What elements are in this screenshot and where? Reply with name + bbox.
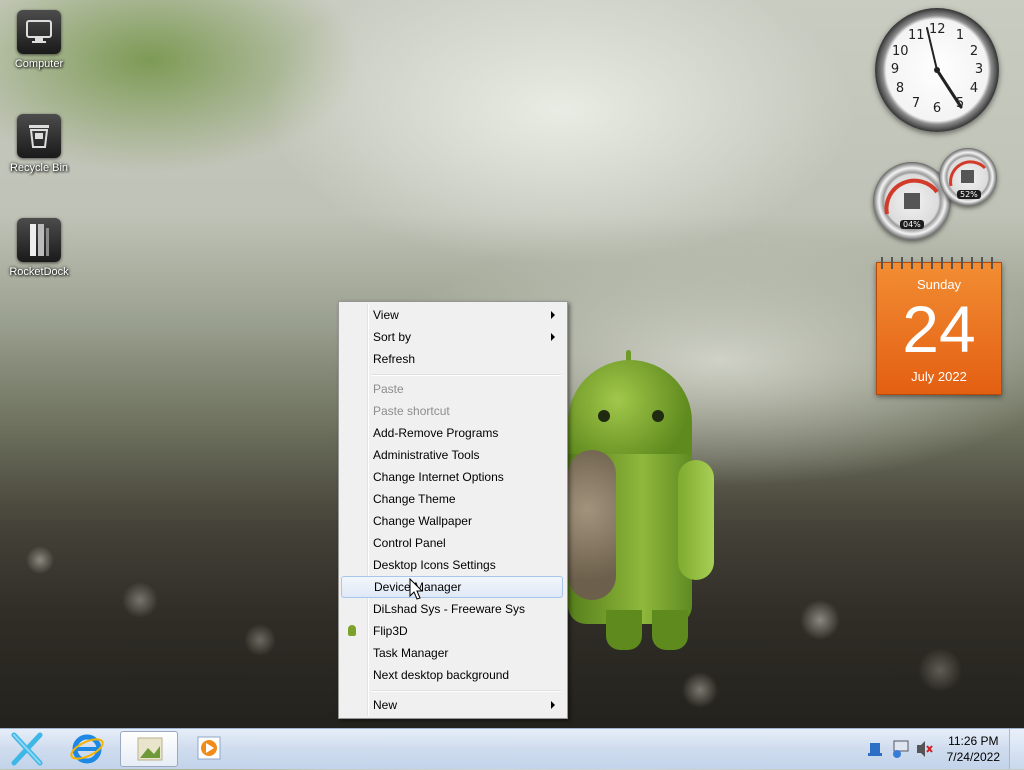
media-player-icon — [197, 736, 221, 760]
wallpaper-android-figure — [566, 350, 726, 650]
taskbar-media-player[interactable] — [188, 731, 232, 767]
menu-item-task-manager[interactable]: Task Manager — [341, 642, 563, 664]
computer-icon — [17, 10, 61, 54]
clock-gadget[interactable]: 12 1 2 3 4 5 6 7 8 9 10 11 — [875, 8, 999, 132]
picture-folder-icon — [137, 737, 163, 761]
taskbar-date: 7/24/2022 — [946, 750, 1000, 764]
menu-item-label: View — [373, 308, 399, 322]
desktop-context-menu: View Sort by Refresh Paste Paste shortcu… — [338, 301, 568, 719]
network-icon[interactable] — [890, 729, 912, 769]
taskbar: 11:26 PM 7/24/2022 — [0, 728, 1024, 769]
menu-item-label: Administrative Tools — [373, 448, 480, 462]
cpu-meter-gadget[interactable]: 04% 52% — [873, 148, 1003, 244]
menu-item-change-wallpaper[interactable]: Change Wallpaper — [341, 510, 563, 532]
submenu-arrow-icon — [551, 701, 555, 709]
menu-item-label: Flip3D — [373, 624, 408, 638]
menu-item-label: Refresh — [373, 352, 416, 366]
taskbar-internet-explorer[interactable] — [62, 731, 112, 767]
menu-item-refresh[interactable]: Refresh — [341, 348, 563, 370]
desktop-icon-label: RocketDock — [9, 266, 69, 278]
menu-item-label: Task Manager — [373, 646, 449, 660]
menu-item-label: Change Wallpaper — [373, 514, 472, 528]
desktop-icon-rocketdock[interactable]: RocketDock — [1, 218, 77, 278]
menu-item-dilshad-sys[interactable]: DiLshad Sys - Freeware Sys — [341, 598, 563, 620]
menu-item-change-theme[interactable]: Change Theme — [341, 488, 563, 510]
calendar-gadget[interactable]: Sunday 24 July 2022 — [876, 257, 1002, 395]
menu-item-desktop-icons-settings[interactable]: Desktop Icons Settings — [341, 554, 563, 576]
menu-item-label: Add-Remove Programs — [373, 426, 499, 440]
menu-item-label: Paste — [373, 382, 404, 396]
memory-percent: 52% — [957, 190, 981, 199]
taskbar-time: 11:26 PM — [948, 734, 999, 748]
desktop-icon-label: Recycle Bin — [9, 162, 69, 174]
menu-item-label: Next desktop background — [373, 668, 510, 682]
internet-explorer-icon — [70, 734, 104, 764]
menu-item-control-panel[interactable]: Control Panel — [341, 532, 563, 554]
submenu-arrow-icon — [551, 333, 555, 341]
menu-item-label: DiLshad Sys - Freeware Sys — [373, 602, 526, 616]
system-tray — [860, 729, 940, 769]
menu-separator — [371, 690, 561, 692]
start-logo-icon — [11, 732, 43, 766]
menu-item-administrative-tools[interactable]: Administrative Tools — [341, 444, 563, 466]
bluetooth-network-icon[interactable] — [866, 729, 886, 769]
calendar-day: 24 — [902, 292, 976, 366]
menu-item-new[interactable]: New — [341, 694, 563, 716]
menu-item-label: Control Panel — [373, 536, 446, 550]
menu-item-label: Change Theme — [373, 492, 456, 506]
taskbar-explorer-window[interactable] — [120, 731, 178, 767]
show-desktop-button[interactable] — [1009, 729, 1024, 769]
android-icon — [348, 625, 356, 636]
desktop-icon-recycle-bin[interactable]: Recycle Bin — [1, 114, 77, 174]
taskbar-clock[interactable]: 11:26 PM 7/24/2022 — [947, 733, 1000, 765]
menu-item-label: Paste shortcut — [373, 404, 450, 418]
menu-item-next-desktop-background[interactable]: Next desktop background — [341, 664, 563, 686]
desktop-icon-computer[interactable]: Computer — [1, 10, 77, 70]
menu-item-paste-shortcut[interactable]: Paste shortcut — [341, 400, 563, 422]
calendar-weekday: Sunday — [916, 277, 962, 292]
mouse-pointer-icon — [409, 578, 424, 600]
menu-item-label: New — [373, 698, 398, 712]
menu-item-add-remove-programs[interactable]: Add-Remove Programs — [341, 422, 563, 444]
menu-item-sort-by[interactable]: Sort by — [341, 326, 563, 348]
volume-muted-icon[interactable] — [914, 729, 934, 769]
cpu-percent: 04% — [900, 220, 924, 229]
recycle-bin-icon — [17, 114, 61, 158]
start-button[interactable] — [4, 731, 50, 767]
menu-item-flip3d[interactable]: Flip3D — [341, 620, 563, 642]
memory-dial: 52% — [939, 148, 997, 206]
menu-item-paste[interactable]: Paste — [341, 378, 563, 400]
menu-item-device-manager[interactable]: Device Manager — [341, 576, 563, 598]
menu-item-label: Change Internet Options — [373, 470, 504, 484]
menu-item-view[interactable]: View — [341, 304, 563, 326]
calendar-month-year: July 2022 — [911, 369, 967, 384]
menu-item-change-internet-options[interactable]: Change Internet Options — [341, 466, 563, 488]
menu-separator — [371, 374, 561, 376]
calendar-rings — [877, 257, 1001, 269]
rocketdock-icon — [17, 218, 61, 262]
menu-item-label: Desktop Icons Settings — [373, 558, 496, 572]
submenu-arrow-icon — [551, 311, 555, 319]
menu-item-label: Sort by — [373, 330, 412, 344]
clock-hands — [926, 27, 963, 109]
desktop-icon-label: Computer — [14, 58, 64, 70]
